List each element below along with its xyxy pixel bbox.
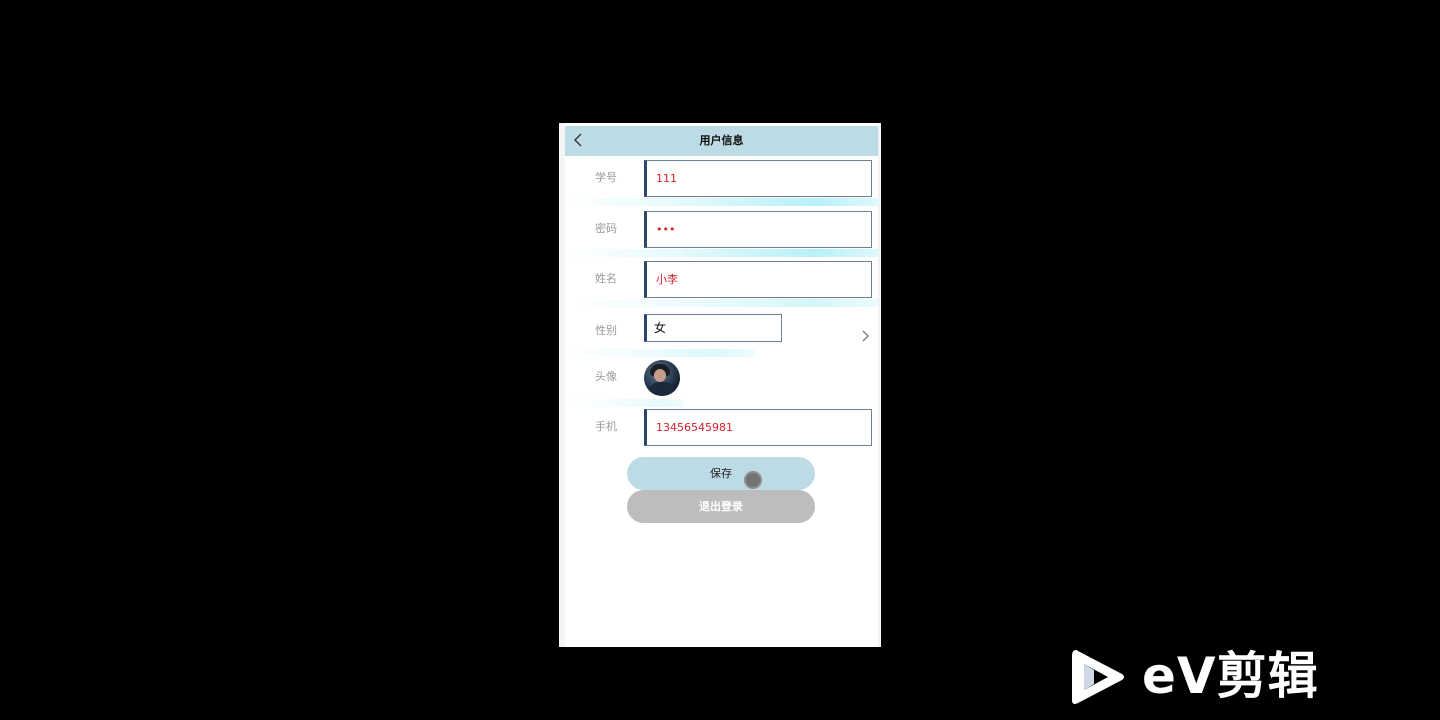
watermark-text: eV剪辑 (1142, 647, 1319, 705)
student-id-input[interactable]: 111 (644, 160, 872, 197)
name-label: 姓名 (595, 272, 617, 285)
gender-label: 性别 (595, 324, 617, 337)
touch-cursor (744, 471, 762, 489)
phone-input[interactable]: 13456545981 (644, 409, 872, 446)
name-input[interactable]: 小李 (644, 261, 872, 298)
gender-input[interactable]: 女 (644, 314, 782, 342)
frame-edge-right (878, 123, 881, 647)
row-divider-glow (565, 299, 878, 307)
form-row-phone: 手机 13456545981 (565, 407, 878, 457)
logout-button[interactable]: 退出登录 (627, 490, 815, 523)
play-icon (1072, 650, 1124, 704)
avatar-label: 头像 (595, 370, 617, 383)
phone-label: 手机 (595, 420, 617, 433)
password-input[interactable]: ••• (644, 211, 872, 248)
row-divider-glow (565, 249, 878, 257)
watermark-logo: eV剪辑 (1068, 644, 1348, 708)
student-id-label: 学号 (595, 171, 617, 184)
app-header: 用户信息 (565, 126, 878, 156)
save-button[interactable]: 保存 (627, 457, 815, 490)
chevron-right-icon[interactable] (860, 329, 872, 343)
avatar[interactable] (644, 360, 680, 396)
row-divider-glow (565, 198, 878, 206)
row-divider-glow (565, 349, 755, 357)
password-label: 密码 (595, 222, 617, 235)
screen: 用户信息 学号 111 密码 ••• 姓名 小李 性别 女 头像 手机 1345… (0, 0, 1440, 720)
row-divider-glow (565, 399, 685, 407)
phone-app: 用户信息 学号 111 密码 ••• 姓名 小李 性别 女 头像 手机 1345… (559, 123, 881, 647)
page-title: 用户信息 (699, 134, 744, 147)
